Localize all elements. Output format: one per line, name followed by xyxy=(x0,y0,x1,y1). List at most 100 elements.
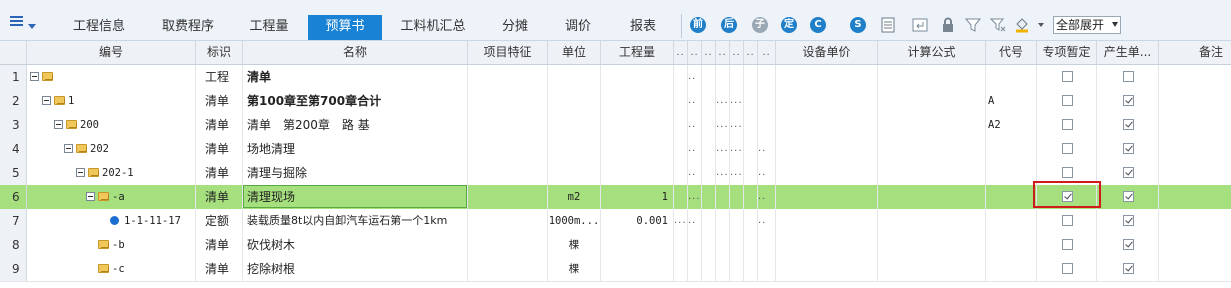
code2-cell[interactable] xyxy=(986,137,1037,161)
code2-cell[interactable]: A2 xyxy=(986,113,1037,137)
generate-checkbox[interactable] xyxy=(1123,263,1134,274)
unit-cell[interactable]: 棵 xyxy=(548,257,601,281)
equip-price-cell[interactable] xyxy=(776,89,878,113)
feature-cell[interactable] xyxy=(468,137,548,161)
equip-price-cell[interactable] xyxy=(776,137,878,161)
unit-cell[interactable] xyxy=(548,89,601,113)
filter-icon[interactable] xyxy=(965,17,981,33)
insert-quota-icon[interactable]: 定 xyxy=(781,17,797,33)
code-cell[interactable]: -c xyxy=(27,257,196,281)
code2-cell[interactable] xyxy=(986,257,1037,281)
provisional-checkbox[interactable] xyxy=(1062,71,1073,82)
header-name[interactable]: 名称 xyxy=(243,41,468,64)
menu-icon[interactable] xyxy=(10,14,38,32)
header-collapsed-7[interactable]: .. xyxy=(758,41,776,64)
tab-budget[interactable]: 预算书 xyxy=(308,15,382,40)
feature-cell[interactable] xyxy=(468,209,548,233)
header-collapsed-4[interactable]: .. xyxy=(716,41,730,64)
name-cell[interactable]: 砍伐树木 xyxy=(243,233,468,257)
equip-price-cell[interactable] xyxy=(776,209,878,233)
insert-after-icon[interactable]: 后 xyxy=(721,17,737,33)
provisional-checkbox[interactable] xyxy=(1062,167,1073,178)
provisional-checkbox[interactable] xyxy=(1062,119,1073,130)
provisional-checkbox[interactable] xyxy=(1062,143,1073,154)
tab-fee-program[interactable]: 取费程序 xyxy=(146,15,230,39)
lock-icon[interactable] xyxy=(940,17,956,33)
table-row[interactable]: 8 -b 清单 砍伐树木 棵 xyxy=(0,233,1231,258)
formula-cell[interactable] xyxy=(878,89,986,113)
tab-material-summary[interactable]: 工料机汇总 xyxy=(382,15,484,39)
generate-checkbox[interactable] xyxy=(1123,119,1134,130)
generate-checkbox[interactable] xyxy=(1123,239,1134,250)
tab-price-adjust[interactable]: 调价 xyxy=(546,15,610,39)
code2-cell[interactable] xyxy=(986,161,1037,185)
tab-report[interactable]: 报表 xyxy=(610,15,676,39)
expand-level-select[interactable]: 全部展开 xyxy=(1053,16,1121,34)
tab-project-info[interactable]: 工程信息 xyxy=(52,15,146,39)
header-code2[interactable]: 代号 xyxy=(986,41,1037,64)
formula-cell[interactable] xyxy=(878,137,986,161)
formula-cell[interactable] xyxy=(878,185,986,209)
tab-allocation[interactable]: 分摊 xyxy=(484,15,546,39)
provisional-checkbox[interactable] xyxy=(1062,95,1073,106)
quantity-cell[interactable] xyxy=(601,113,674,137)
header-note[interactable]: 备注 xyxy=(1159,41,1231,64)
note-cell[interactable] xyxy=(1159,185,1231,209)
collapse-toggle-icon[interactable] xyxy=(86,192,95,201)
return-icon[interactable] xyxy=(912,17,928,33)
feature-cell[interactable] xyxy=(468,89,548,113)
header-collapsed-1[interactable]: .. xyxy=(674,41,688,64)
unit-cell[interactable] xyxy=(548,161,601,185)
code2-cell[interactable]: A xyxy=(986,89,1037,113)
quantity-cell[interactable] xyxy=(601,137,674,161)
provisional-checkbox[interactable] xyxy=(1062,263,1073,274)
header-formula[interactable]: 计算公式 xyxy=(878,41,986,64)
s-icon[interactable]: S xyxy=(850,17,866,33)
note-cell[interactable] xyxy=(1159,65,1231,89)
unit-cell[interactable]: 1000m... xyxy=(548,209,601,233)
code-cell[interactable]: -a xyxy=(27,185,196,209)
code-cell[interactable]: -b xyxy=(27,233,196,257)
note-cell[interactable] xyxy=(1159,161,1231,185)
code-cell[interactable]: 200 xyxy=(27,113,196,137)
feature-cell[interactable] xyxy=(468,65,548,89)
unit-cell[interactable]: m2 xyxy=(548,185,601,209)
quantity-cell[interactable] xyxy=(601,161,674,185)
feature-cell[interactable] xyxy=(468,257,548,281)
list-doc-icon[interactable] xyxy=(880,17,896,33)
note-cell[interactable] xyxy=(1159,233,1231,257)
provisional-checkbox[interactable] xyxy=(1062,239,1073,250)
generate-checkbox[interactable] xyxy=(1123,71,1134,82)
equip-price-cell[interactable] xyxy=(776,161,878,185)
table-row[interactable]: 3 200 清单清单 第200章 路 基.......... A2 xyxy=(0,113,1231,138)
header-collapsed-2[interactable]: .. xyxy=(688,41,702,64)
code-cell[interactable]: 1 xyxy=(27,89,196,113)
name-cell[interactable]: 第100章至第700章合计 xyxy=(243,89,468,113)
feature-cell[interactable] xyxy=(468,113,548,137)
header-feature[interactable]: 项目特征 xyxy=(468,41,548,64)
paint-bucket-icon[interactable] xyxy=(1014,17,1030,33)
c-icon[interactable]: C xyxy=(810,17,826,33)
table-row[interactable]: 4 202 清单场地清理............ xyxy=(0,137,1231,162)
generate-checkbox[interactable] xyxy=(1123,191,1134,202)
name-cell[interactable]: 清单 xyxy=(243,65,468,89)
note-cell[interactable] xyxy=(1159,257,1231,281)
feature-cell[interactable] xyxy=(468,161,548,185)
name-cell[interactable]: 清理与掘除 xyxy=(243,161,468,185)
unit-cell[interactable]: 棵 xyxy=(548,233,601,257)
formula-cell[interactable] xyxy=(878,209,986,233)
equip-price-cell[interactable] xyxy=(776,65,878,89)
quantity-cell[interactable] xyxy=(601,257,674,281)
name-cell[interactable]: 挖除树根 xyxy=(243,257,468,281)
quantity-cell[interactable]: 0.001 xyxy=(601,209,674,233)
insert-child-icon[interactable]: 子 xyxy=(752,17,768,33)
provisional-checkbox[interactable] xyxy=(1062,215,1073,226)
note-cell[interactable] xyxy=(1159,209,1231,233)
header-unit[interactable]: 单位 xyxy=(548,41,601,64)
unit-cell[interactable] xyxy=(548,65,601,89)
generate-checkbox[interactable] xyxy=(1123,143,1134,154)
clear-filter-icon[interactable] xyxy=(990,17,1006,33)
formula-cell[interactable] xyxy=(878,257,986,281)
name-cell[interactable]: 清单 第200章 路 基 xyxy=(243,113,468,137)
formula-cell[interactable] xyxy=(878,113,986,137)
